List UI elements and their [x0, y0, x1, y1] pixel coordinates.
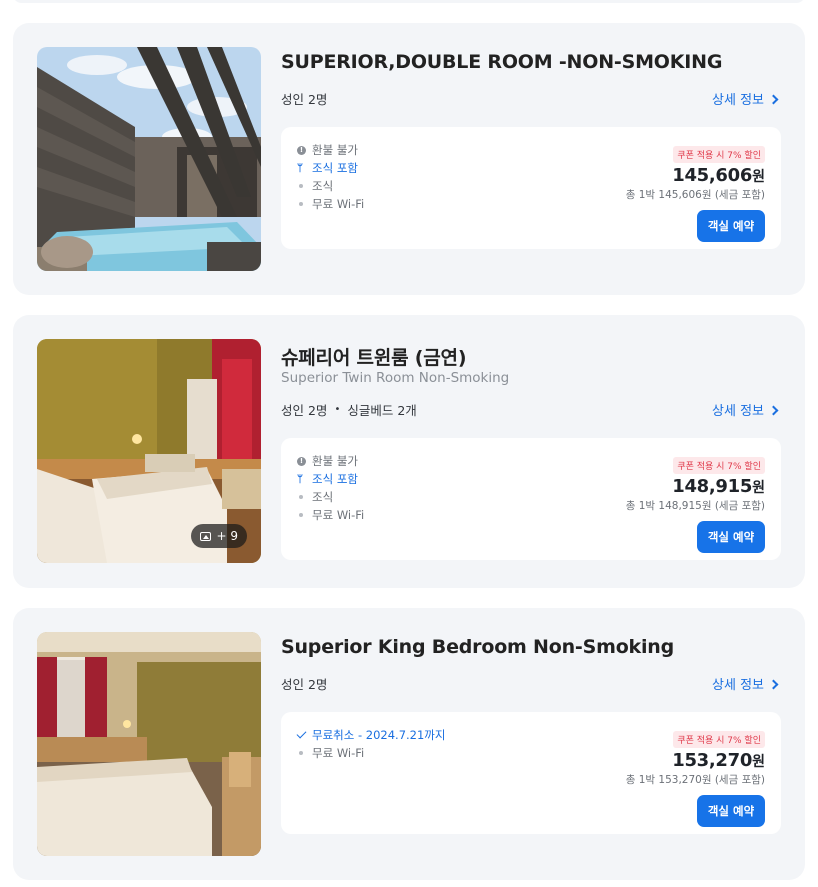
price-total: 총 1박 153,270원 (세금 포함) — [625, 774, 765, 786]
image-icon — [200, 531, 212, 541]
room-subtitle: Superior Twin Room Non-Smoking — [281, 370, 510, 386]
price-column: 쿠폰 적용 시 7% 할인 145,606원 총 1박 145,606원 (세금… — [626, 143, 765, 242]
price-amount: 153,270 — [672, 750, 753, 771]
policy-refund: ! 환불 불가 — [297, 141, 364, 159]
chevron-right-icon — [768, 405, 779, 415]
policy-text: 조식 — [312, 179, 334, 193]
room-details-link[interactable]: 상세 정보 — [712, 400, 779, 419]
rate-plan: 무료취소 - 2024.7.21까지 무료 Wi-Fi 쿠폰 적용 시 7% 할… — [281, 712, 781, 834]
room-card: Superior King Bedroom Non-Smoking 성인 2명 … — [13, 608, 805, 880]
room-details-link[interactable]: 상세 정보 — [712, 674, 779, 693]
policy-wifi: 무료 Wi-Fi — [297, 506, 364, 524]
policy-breakfast-included: ᛘ 조식 포함 — [297, 159, 364, 177]
nightly-price: 145,606원 — [626, 165, 765, 186]
nightly-price: 153,270원 — [626, 750, 765, 771]
policy-breakfast: 조식 — [297, 488, 364, 506]
room-card: + 9 슈페리어 트윈룸 (금연) Superior Twin Room Non… — [13, 315, 805, 588]
policy-text: 조식 — [312, 490, 334, 504]
policy-breakfast-included: ᛘ 조식 포함 — [297, 470, 364, 488]
rate-policy-list: ! 환불 불가 ᛘ 조식 포함 조식 무료 Wi-Fi — [297, 452, 364, 524]
room-details-label: 상세 정보 — [712, 404, 764, 419]
info-icon: ! — [297, 456, 306, 466]
price-column: 쿠폰 적용 시 7% 할인 153,270원 총 1박 153,270원 (세금… — [626, 728, 765, 827]
photo-count: + 9 — [216, 529, 238, 543]
previous-card-edge — [13, 0, 805, 3]
check-icon — [296, 728, 307, 739]
policy-text: 무료취소 - 2024.7.21까지 — [312, 728, 446, 742]
room-photo-pool-terrace — [37, 47, 261, 271]
rate-plan: ! 환불 불가 ᛘ 조식 포함 조식 무료 Wi-Fi 쿠폰 적용 시 7% 할… — [281, 127, 781, 249]
separator-dot: • — [334, 404, 341, 415]
policy-wifi: 무료 Wi-Fi — [297, 195, 364, 213]
room-photo-king-bedroom — [37, 632, 261, 856]
room-title: 슈페리어 트윈룸 (금연) — [281, 347, 467, 369]
bullet-icon — [299, 202, 303, 206]
price-amount: 148,915 — [672, 476, 753, 497]
room-title: SUPERIOR,DOUBLE ROOM -NON-SMOKING — [281, 51, 723, 73]
room-capacity: 성인 2명 — [281, 89, 327, 108]
price-currency: 원 — [752, 480, 765, 496]
chevron-right-icon — [768, 94, 779, 104]
photo-count-badge[interactable]: + 9 — [191, 524, 247, 548]
room-capacity: 성인 2명 — [281, 674, 327, 693]
rate-policy-list: ! 환불 불가 ᛘ 조식 포함 조식 무료 Wi-Fi — [297, 141, 364, 213]
room-capacity: 성인 2명 • 싱글베드 2개 — [281, 400, 417, 419]
room-card: SUPERIOR,DOUBLE ROOM -NON-SMOKING 성인 2명 … — [13, 23, 805, 295]
bullet-icon — [299, 495, 303, 499]
guest-count: 성인 2명 — [281, 92, 328, 107]
bed-type: 싱글베드 2개 — [347, 403, 417, 418]
policy-refund: ! 환불 불가 — [297, 452, 364, 470]
policy-text: 환불 불가 — [312, 454, 358, 468]
price-currency: 원 — [752, 754, 765, 770]
book-room-button[interactable]: 객실 예약 — [697, 521, 765, 553]
room-details-link[interactable]: 상세 정보 — [712, 89, 779, 108]
policy-text: 조식 포함 — [312, 161, 358, 175]
price-amount: 145,606 — [672, 165, 753, 186]
rate-policy-list: 무료취소 - 2024.7.21까지 무료 Wi-Fi — [296, 726, 446, 762]
policy-breakfast: 조식 — [297, 177, 364, 195]
bullet-icon — [299, 751, 303, 755]
nightly-price: 148,915원 — [626, 476, 765, 497]
info-icon: ! — [297, 145, 306, 155]
book-room-button[interactable]: 객실 예약 — [697, 795, 765, 827]
room-photo[interactable] — [37, 632, 261, 856]
coupon-discount-badge: 쿠폰 적용 시 7% 할인 — [673, 731, 765, 748]
guest-count: 성인 2명 — [281, 677, 328, 692]
room-photo[interactable] — [37, 47, 261, 271]
bullet-icon — [299, 184, 303, 188]
policy-wifi: 무료 Wi-Fi — [297, 744, 445, 762]
coupon-discount-badge: 쿠폰 적용 시 7% 할인 — [673, 457, 765, 474]
policy-text: 무료 Wi-Fi — [312, 508, 365, 522]
policy-text: 무료 Wi-Fi — [312, 197, 365, 211]
book-room-button[interactable]: 객실 예약 — [697, 210, 765, 242]
price-total: 총 1박 148,915원 (세금 포함) — [625, 500, 765, 512]
meal-icon: ᛘ — [297, 162, 303, 174]
policy-text: 환불 불가 — [312, 143, 358, 157]
policy-text: 조식 포함 — [312, 472, 358, 486]
room-details-label: 상세 정보 — [712, 678, 764, 693]
guest-count: 성인 2명 — [281, 403, 328, 418]
coupon-discount-badge: 쿠폰 적용 시 7% 할인 — [673, 146, 765, 163]
policy-text: 무료 Wi-Fi — [312, 746, 365, 760]
chevron-right-icon — [768, 679, 779, 689]
price-currency: 원 — [752, 169, 765, 185]
policy-free-cancellation: 무료취소 - 2024.7.21까지 — [296, 726, 446, 744]
meal-icon: ᛘ — [297, 473, 303, 485]
room-details-label: 상세 정보 — [712, 93, 764, 108]
price-column: 쿠폰 적용 시 7% 할인 148,915원 총 1박 148,915원 (세금… — [626, 454, 765, 553]
rate-plan: ! 환불 불가 ᛘ 조식 포함 조식 무료 Wi-Fi 쿠폰 적용 시 7% 할… — [281, 438, 781, 560]
room-title: Superior King Bedroom Non-Smoking — [281, 636, 675, 658]
room-photo[interactable]: + 9 — [37, 339, 261, 563]
bullet-icon — [299, 513, 303, 517]
price-total: 총 1박 145,606원 (세금 포함) — [625, 189, 765, 201]
